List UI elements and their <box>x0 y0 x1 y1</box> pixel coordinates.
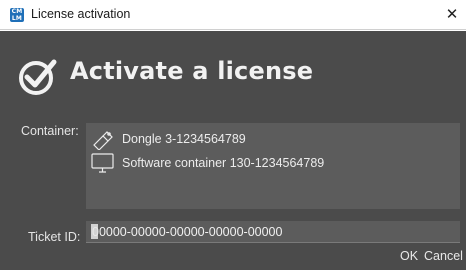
close-button[interactable]: ✕ <box>438 0 466 30</box>
list-item-software-container[interactable]: Software container 130-1234564789 <box>90 151 450 175</box>
title-bar: CM LM License activation ✕ <box>0 0 466 30</box>
text-cursor <box>91 224 98 239</box>
list-item-dongle[interactable]: Dongle 3-1234564789 <box>90 127 450 151</box>
codemeter-license-icon: CM LM <box>10 8 24 22</box>
cancel-button[interactable]: Cancel <box>423 249 464 267</box>
window-title: License activation <box>31 7 131 21</box>
ticket-id-label: Ticket ID: <box>28 230 81 244</box>
ok-button[interactable]: OK <box>398 249 420 267</box>
dialog-body: Activate a license Container: Dongle 3-1… <box>0 31 466 270</box>
checkmark-circle-icon <box>19 59 57 95</box>
software-container-label: Software container 130-1234564789 <box>122 156 325 170</box>
container-label: Container: <box>21 124 79 138</box>
monitor-icon <box>91 153 114 173</box>
container-list[interactable]: Dongle 3-1234564789 Software container 1… <box>86 123 460 209</box>
app-icon-text-top: CM <box>11 8 23 15</box>
dongle-icon <box>93 131 113 150</box>
ticket-id-input[interactable] <box>86 221 460 243</box>
app-icon-text-bottom: LM <box>11 15 23 22</box>
page-title: Activate a license <box>70 57 314 85</box>
dongle-label: Dongle 3-1234564789 <box>122 132 246 146</box>
